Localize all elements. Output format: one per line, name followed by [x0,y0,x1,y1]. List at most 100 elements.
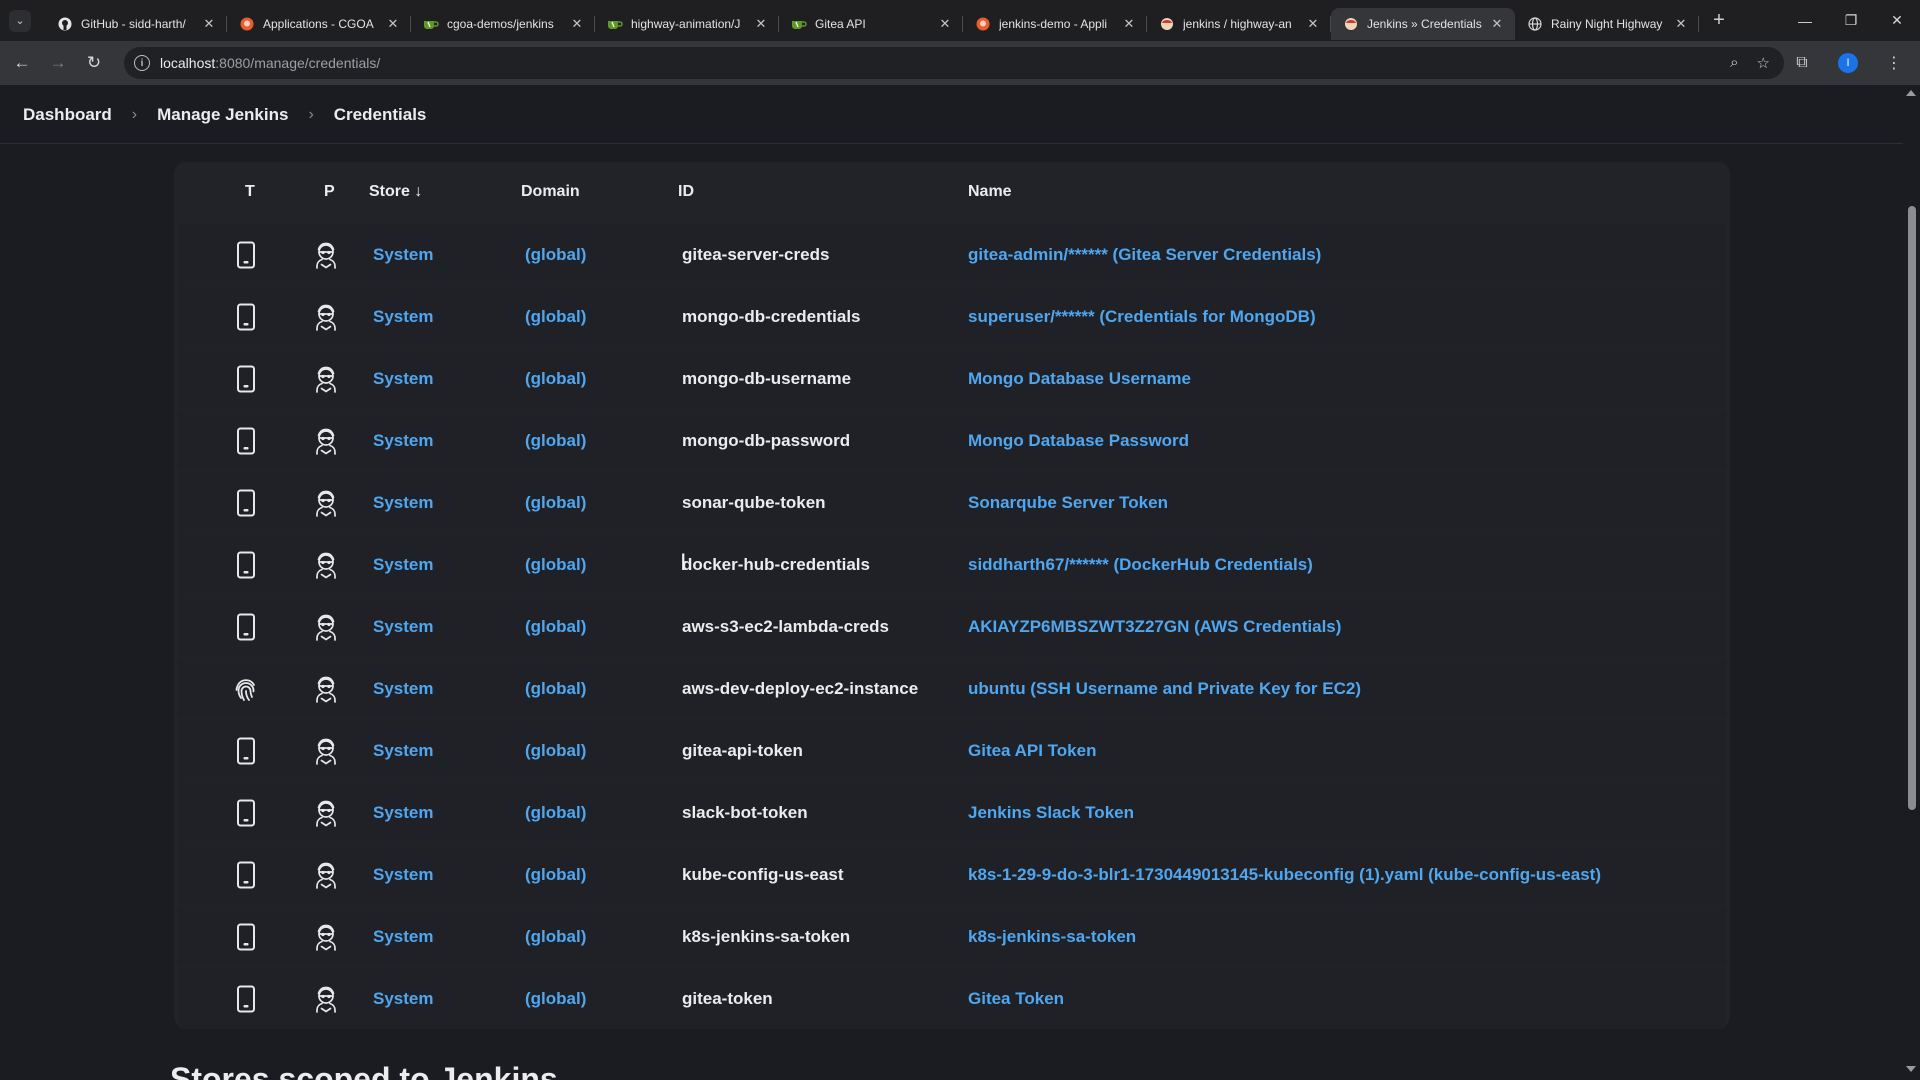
store-link[interactable]: System [373,472,433,533]
domain-link[interactable]: (global) [525,410,586,471]
credential-name-link[interactable]: Jenkins Slack Token [968,782,1134,843]
browser-tab[interactable]: highway-animation/J ✕ [595,8,779,40]
domain-link[interactable]: (global) [525,782,586,843]
credential-name-link[interactable]: Mongo Database Password [968,410,1189,471]
credential-name-link[interactable]: Sonarqube Server Token [968,472,1168,533]
close-tab-icon[interactable]: ✕ [1121,16,1137,32]
profile-button[interactable]: I [1832,47,1864,79]
minimize-button[interactable]: — [1782,0,1828,41]
browser-tab[interactable]: GitHub - sidd-harth/ ✕ [45,8,227,40]
breadcrumb-manage-jenkins[interactable]: Manage Jenkins [157,105,288,125]
domain-link[interactable]: (global) [525,720,586,781]
store-link[interactable]: System [373,596,433,657]
close-tab-icon[interactable]: ✕ [201,16,217,32]
domain-link[interactable]: (global) [525,658,586,719]
domain-link[interactable]: (global) [525,286,586,347]
credential-name-link[interactable]: siddharth67/****** (DockerHub Credential… [968,534,1313,595]
column-header-id[interactable]: ID [678,183,694,201]
table-row: System (global) kube-config-us-east k8s-1-2… [178,844,1726,905]
domain-link[interactable]: (global) [525,906,586,967]
browser-tab[interactable]: Applications - CGOA ✕ [227,8,411,40]
browser-tab[interactable]: jenkins-demo - Appli ✕ [963,8,1147,40]
credential-name-link[interactable]: Mongo Database Username [968,348,1191,409]
close-tab-icon[interactable]: ✕ [1673,16,1689,32]
credential-name-link[interactable]: k8s-jenkins-sa-token [968,906,1136,967]
store-link[interactable]: System [373,286,433,347]
back-button[interactable]: ← [4,45,40,81]
browser-menu-button[interactable]: ⋮ [1878,47,1910,79]
address-bar[interactable]: i localhost:8080/manage/credentials/ ⌕ ☆ [124,47,1784,79]
store-link[interactable]: System [373,658,433,719]
credential-name-link[interactable]: Gitea Token [968,968,1064,1029]
tab-title: GitHub - sidd-harth/ [81,17,186,31]
browser-toolbar: ← → ↻ i localhost:8080/manage/credential… [0,41,1920,85]
store-link[interactable]: System [373,968,433,1029]
column-header-type[interactable]: T [245,183,255,201]
store-link[interactable]: System [373,906,433,967]
store-link[interactable]: System [373,720,433,781]
close-tab-icon[interactable]: ✕ [1489,16,1505,32]
domain-link[interactable]: (global) [525,596,586,657]
store-link[interactable]: System [373,844,433,905]
zoom-icon[interactable]: ⌕ [1730,54,1738,72]
phone-icon [232,596,260,657]
bookmark-star-icon[interactable]: ☆ [1757,54,1770,72]
store-link[interactable]: System [373,782,433,843]
tab-search-button[interactable]: ⌄ [9,9,31,32]
credential-name-link[interactable]: ubuntu (SSH Username and Private Key for… [968,658,1361,719]
breadcrumb-credentials[interactable]: Credentials [334,105,427,125]
domain-link[interactable]: (global) [525,348,586,409]
chevron-right-icon: › [308,105,314,123]
tab-title: Jenkins » Credentials [1367,17,1482,31]
phone-icon [232,968,260,1029]
domain-link[interactable]: (global) [525,534,586,595]
browser-tab[interactable]: jenkins / highway-an ✕ [1147,8,1331,40]
column-header-store[interactable]: Store ↓ [369,183,422,201]
domain-link[interactable]: (global) [525,844,586,905]
close-tab-icon[interactable]: ✕ [569,16,585,32]
domain-link[interactable]: (global) [525,472,586,533]
scroll-down-icon[interactable] [1906,1066,1916,1072]
new-tab-button[interactable]: + [1705,7,1733,35]
column-header-domain[interactable]: Domain [521,183,580,201]
credential-name-link[interactable]: AKIAYZP6MBSZWT3Z27GN (AWS Credentials) [968,596,1341,657]
site-info-icon[interactable]: i [134,55,150,71]
credential-name-link[interactable]: k8s-1-29-9-do-3-blr1-1730449013145-kubec… [968,844,1601,905]
credential-name-link[interactable]: superuser/****** (Credentials for MongoD… [968,286,1316,347]
credential-name-link[interactable]: Gitea API Token [968,720,1096,781]
browser-tab[interactable]: Gitea API ✕ [779,8,963,40]
person-icon [310,224,342,285]
store-link[interactable]: System [373,534,433,595]
credential-id: mongo-db-credentials [682,306,861,326]
close-window-button[interactable]: ✕ [1874,0,1920,41]
scrollbar-thumb[interactable] [1908,206,1916,810]
globe-icon [1527,16,1543,32]
forward-button[interactable]: → [40,45,76,81]
browser-tab[interactable]: Rainy Night Highway ✕ [1515,8,1699,40]
reload-button[interactable]: ↻ [76,45,112,81]
arrow-right-icon: → [49,53,67,72]
browser-tab[interactable]: Jenkins » Credentials ✕ [1331,8,1515,40]
column-header-provider[interactable]: P [324,183,335,201]
close-tab-icon[interactable]: ✕ [1305,16,1321,32]
phone-icon [232,348,260,409]
close-tab-icon[interactable]: ✕ [753,16,769,32]
text-cursor-icon: I [680,551,687,576]
column-header-name[interactable]: Name [968,183,1012,201]
gitea-icon [423,16,439,32]
restore-button[interactable]: ❐ [1828,0,1874,41]
breadcrumb-dashboard[interactable]: Dashboard [23,105,112,125]
scroll-up-icon[interactable] [1906,90,1916,96]
close-tab-icon[interactable]: ✕ [937,16,953,32]
store-link[interactable]: System [373,224,433,285]
close-tab-icon[interactable]: ✕ [385,16,401,32]
credential-name-link[interactable]: gitea-admin/****** (Gitea Server Credent… [968,224,1321,285]
domain-link[interactable]: (global) [525,224,586,285]
tab-list: GitHub - sidd-harth/✕ Applications - CGOA… [45,1,1699,40]
store-link[interactable]: System [373,348,433,409]
browser-tab[interactable]: cgoa-demos/jenkins ✕ [411,8,595,40]
store-link[interactable]: System [373,410,433,471]
extensions-button[interactable]: ⧉ [1786,47,1818,79]
breadcrumb: Dashboard › Manage Jenkins › Credentials [0,86,1903,144]
domain-link[interactable]: (global) [525,968,586,1029]
